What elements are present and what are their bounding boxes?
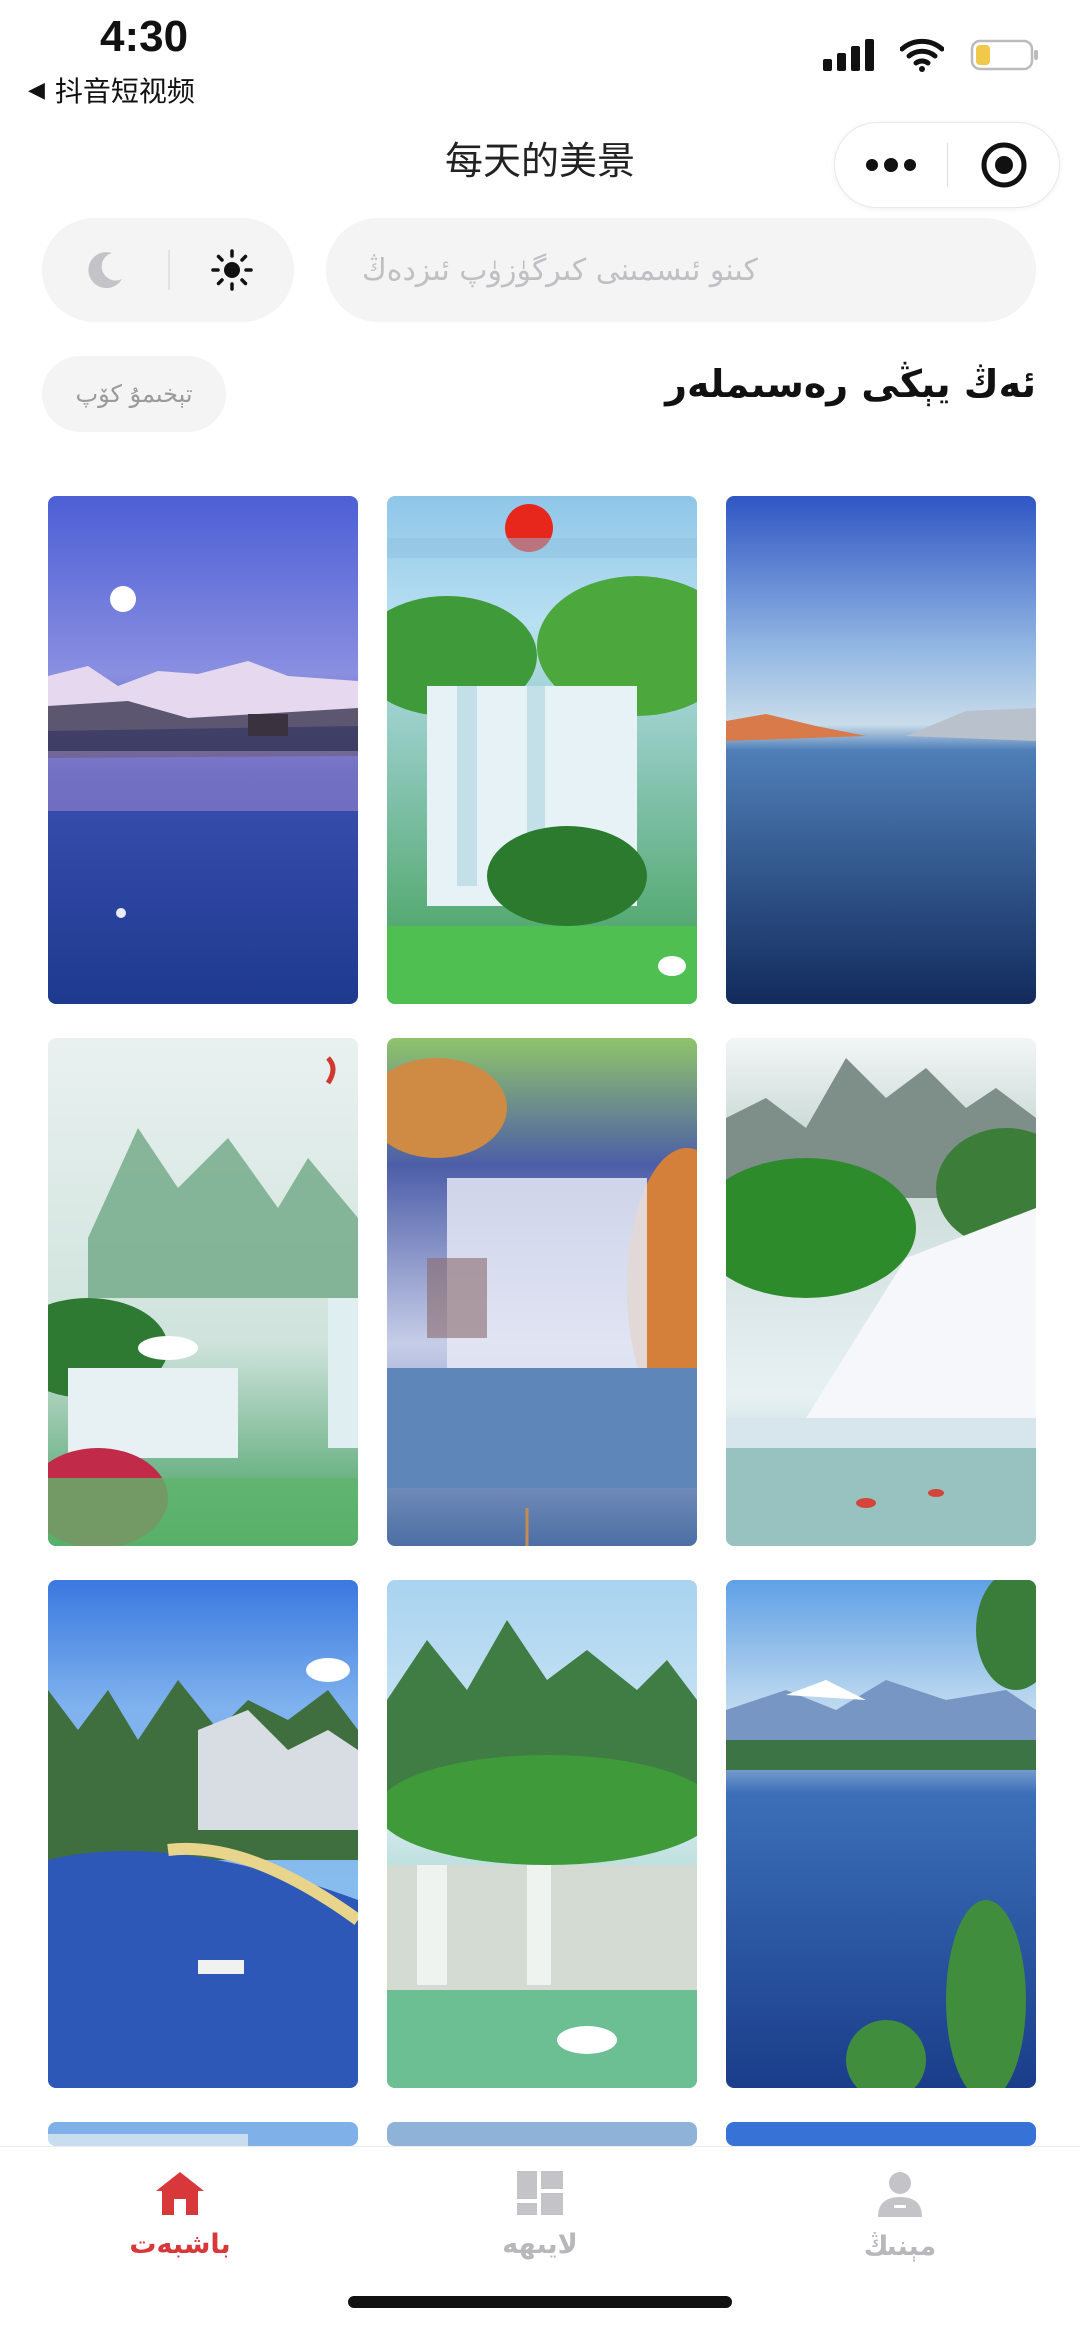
more-button[interactable]: تېخىمۇ كۆپ: [42, 356, 226, 432]
more-icon[interactable]: [835, 158, 947, 172]
tab-design[interactable]: لايىھە: [440, 2169, 640, 2260]
mini-program-capsule: [834, 122, 1060, 208]
tab-profile-label: مېنىڭ: [863, 2231, 937, 2262]
wallpaper-card-partial-1[interactable]: [48, 2122, 358, 2146]
home-indicator: [348, 2296, 732, 2308]
tab-design-label: لايىھە: [502, 2229, 578, 2260]
moon-icon[interactable]: [42, 249, 168, 291]
theme-toggle: [42, 218, 294, 322]
profile-icon: [878, 2172, 922, 2217]
wallpaper-card-partial-3[interactable]: [726, 2122, 1036, 2146]
wallpaper-card-guilin-river[interactable]: [48, 1580, 358, 2088]
sun-icon[interactable]: [170, 249, 294, 291]
tab-profile[interactable]: مېنىڭ: [800, 2169, 1000, 2262]
wallpaper-card-blue-lake[interactable]: [726, 496, 1036, 1004]
wallpaper-card-waterfall-sun[interactable]: [387, 496, 697, 1004]
section-title: ئەڭ يېڭى رەسىملەر: [665, 362, 1036, 406]
status-icons: [823, 38, 1040, 72]
back-to-app-link[interactable]: ◀ 抖音短视频: [28, 70, 195, 110]
home-icon: [156, 2172, 204, 2215]
wallpaper-card-moon-lake[interactable]: [48, 496, 358, 1004]
search-input[interactable]: [362, 252, 1000, 288]
wallpaper-card-karst-swans[interactable]: [387, 1580, 697, 2088]
status-bar: 4:30 ◀ 抖音短视频: [0, 0, 1080, 110]
wifi-icon: [900, 38, 944, 72]
grid-icon: [517, 2171, 563, 2215]
tab-home-label: باشبەت: [129, 2229, 231, 2260]
target-icon[interactable]: [948, 140, 1059, 190]
status-time: 4:30: [100, 12, 189, 61]
wallpaper-card-misty-mountains[interactable]: [48, 1038, 358, 1546]
wallpaper-card-alpine-lake[interactable]: [726, 1580, 1036, 2088]
back-arrow-icon: ◀: [28, 77, 45, 103]
wallpaper-card-cascading-stream[interactable]: [387, 1038, 697, 1546]
signal-icon: [823, 39, 874, 71]
wallpaper-card-partial-2[interactable]: [387, 2122, 697, 2146]
battery-icon: [970, 38, 1040, 72]
search-bar[interactable]: [326, 218, 1036, 322]
back-app-label: 抖音短视频: [54, 75, 195, 108]
bottom-tab-bar: باشبەت لايىھە مېنىڭ: [0, 2146, 1080, 2337]
tab-home[interactable]: باشبەت: [80, 2169, 280, 2260]
wallpaper-card-waterfall-koi[interactable]: [726, 1038, 1036, 1546]
